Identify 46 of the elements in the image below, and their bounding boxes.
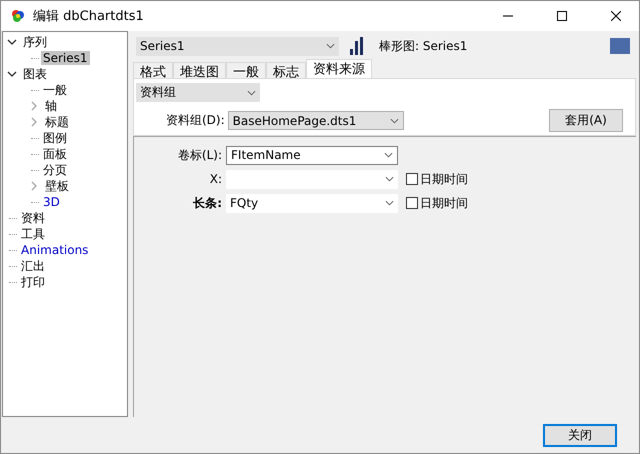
apply-button[interactable]: 套用(A) xyxy=(549,109,623,132)
checkbox[interactable] xyxy=(406,173,418,185)
tab[interactable]: 资料来源 xyxy=(306,59,372,78)
tree-item[interactable]: 壁板 xyxy=(43,178,71,194)
source-type-dropdown[interactable]: 资料组 xyxy=(136,83,260,102)
tab[interactable]: 格式 xyxy=(133,62,173,78)
bar-chart-icon xyxy=(349,37,365,55)
checkbox-label: 日期时间 xyxy=(420,170,468,188)
checkbox-label: 日期时间 xyxy=(420,194,468,212)
tree-item[interactable]: 轴 xyxy=(43,98,59,114)
tree-item[interactable]: 分页 xyxy=(41,162,69,178)
field-label: X: xyxy=(208,172,223,186)
tree-item[interactable]: 一般 xyxy=(41,82,69,98)
tree-item[interactable]: 图例 xyxy=(41,130,69,146)
chevron-down-icon[interactable] xyxy=(7,69,17,79)
checkbox[interactable] xyxy=(406,197,418,209)
tree-item[interactable]: 标题 xyxy=(43,114,71,130)
series-dropdown[interactable]: Series1 xyxy=(136,36,339,56)
app-icon xyxy=(11,9,25,23)
dataset-label: 资料组(D): xyxy=(166,112,225,129)
tab[interactable]: 标志 xyxy=(266,62,306,78)
series-type-label: 棒形图: Series1 xyxy=(379,38,468,54)
window-title: 编辑 dbChartdts1 xyxy=(33,8,145,25)
tree-item[interactable]: 打印 xyxy=(19,274,47,290)
close-icon[interactable] xyxy=(611,11,621,21)
field-dropdown[interactable] xyxy=(226,170,398,188)
close-button[interactable]: 关闭 xyxy=(543,424,617,446)
series-color-swatch[interactable] xyxy=(610,38,630,54)
field-label: 卷标(L): xyxy=(176,146,223,164)
tree-item[interactable]: 图表 xyxy=(21,66,49,82)
field-dropdown[interactable]: FQty xyxy=(226,194,398,212)
dataset-dropdown[interactable]: BaseHomePage.dts1 xyxy=(228,111,404,130)
tab[interactable]: 堆迭图 xyxy=(173,62,226,78)
tree-item[interactable]: 资料 xyxy=(19,210,47,226)
field-label: 长条: xyxy=(192,194,223,212)
chevron-down-icon[interactable] xyxy=(7,37,17,47)
tab[interactable]: 一般 xyxy=(226,62,266,78)
tree-item[interactable]: 面板 xyxy=(41,146,69,162)
tree-item[interactable]: 汇出 xyxy=(19,258,47,274)
field-dropdown[interactable]: FItemName xyxy=(226,146,398,164)
tree-item[interactable]: Animations xyxy=(19,243,90,257)
tree-item[interactable]: Series1 xyxy=(41,51,90,65)
tree-item[interactable]: 工具 xyxy=(19,226,47,242)
tree-item[interactable]: 序列 xyxy=(21,34,49,50)
tree-item[interactable]: 3D xyxy=(41,195,62,209)
maximize-icon[interactable] xyxy=(557,11,567,21)
